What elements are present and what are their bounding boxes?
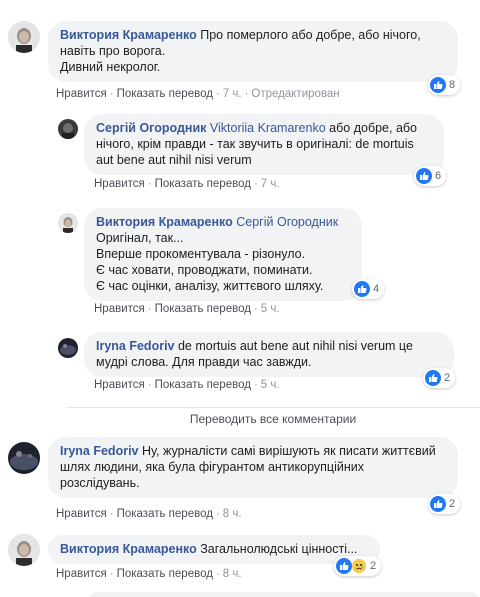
comment-author[interactable]: Iryna Fedoriv — [60, 444, 139, 458]
comment-text: Загальнолюдські цінності... — [200, 542, 358, 556]
comment-text: шлях людини, яка була фігурантом антикор… — [60, 460, 364, 474]
separator: · — [147, 379, 152, 391]
reaction-count: 2 — [370, 560, 377, 572]
separator: · — [147, 303, 152, 315]
comment-text: розслідувань. — [60, 476, 140, 490]
comment-text: Є час оцінки, аналізу, життєвого шляху. — [96, 279, 324, 293]
timestamp[interactable]: 8 ч. — [223, 508, 242, 520]
avatar-viktoriia[interactable] — [58, 213, 78, 233]
translate-link[interactable]: Показать перевод — [155, 379, 251, 391]
reaction-summary[interactable]: 8 — [428, 75, 461, 95]
comment-bubble: Виктория Крамаренко Сергій Огородник Ори… — [84, 208, 362, 301]
comment-text: Є час ховати, проводжати, поминати. — [96, 263, 313, 277]
comment-bubble-partial — [88, 592, 480, 597]
comment-author[interactable]: Виктория Крамаренко — [96, 215, 233, 229]
timestamp[interactable]: 5 ч. — [261, 303, 280, 315]
mention-link[interactable]: Сергій Огородник — [236, 215, 338, 229]
thread-divider — [66, 407, 480, 408]
separator: · — [215, 88, 220, 100]
translate-link[interactable]: Показать перевод — [117, 568, 213, 580]
reaction-summary[interactable]: 2 — [423, 368, 456, 388]
separator: · — [147, 178, 152, 190]
separator: · — [253, 178, 258, 190]
comment-text: навіть про ворога. — [60, 44, 166, 58]
like-link[interactable]: Нравится — [94, 178, 145, 190]
separator: · — [109, 568, 114, 580]
comment-text: нічого, крім правди - так звучить в ориг… — [96, 137, 414, 151]
comment-text: Про померлого або добре, або нічого, — [200, 28, 421, 42]
comment-author[interactable]: Сергій Огородник — [96, 121, 206, 135]
reaction-count: 2 — [444, 372, 451, 384]
reaction-count: 8 — [449, 79, 456, 91]
comment-text: Дивний некролог. — [60, 60, 161, 74]
reaction-count: 6 — [435, 170, 442, 182]
comment-author[interactable]: Виктория Крамаренко — [60, 28, 197, 42]
like-link[interactable]: Нравится — [94, 303, 145, 315]
comment-actions: Нравится · Показать перевод · 8 ч. — [56, 507, 242, 521]
comment-actions: Нравится · Показать перевод · 7 ч. — [94, 177, 280, 191]
timestamp[interactable]: 8 ч. — [223, 568, 242, 580]
translate-link[interactable]: Показать перевод — [155, 303, 251, 315]
reaction-count: 4 — [373, 283, 380, 295]
comment-text: мудрі слова. Для правди час завжди. — [96, 355, 312, 369]
like-icon — [416, 168, 432, 184]
separator: · — [215, 568, 220, 580]
translate-link[interactable]: Показать перевод — [117, 508, 213, 520]
translate-link[interactable]: Показать перевод — [155, 178, 251, 190]
sad-icon — [351, 558, 367, 574]
timestamp[interactable]: 5 ч. — [261, 379, 280, 391]
comment-text: de mortuis aut bene aut nihil nisi verum… — [177, 339, 413, 353]
comment-text: або добре, або — [329, 121, 418, 135]
separator: · — [109, 88, 114, 100]
comment-bubble: Виктория Крамаренко Про померлого або до… — [48, 21, 458, 82]
separator: · — [109, 508, 114, 520]
separator: · — [215, 508, 220, 520]
translate-link[interactable]: Показать перевод — [117, 88, 213, 100]
like-icon — [425, 370, 441, 386]
like-link[interactable]: Нравится — [94, 379, 145, 391]
avatar-iryna[interactable] — [58, 338, 78, 358]
avatar-viktoriia[interactable] — [8, 534, 40, 566]
comment-bubble: Виктория Крамаренко Загальнолюдські цінн… — [48, 535, 380, 564]
reaction-summary[interactable]: 2 — [428, 494, 461, 514]
comment-author[interactable]: Iryna Fedoriv — [96, 339, 175, 353]
like-icon — [336, 558, 352, 574]
separator: · — [244, 88, 249, 100]
like-icon — [430, 77, 446, 93]
separator: · — [253, 303, 258, 315]
comment-bubble: Сергій Огородник Viktoriia Kramarenko аб… — [84, 114, 444, 175]
comment-text: Вперше прокоментувала - різонуло. — [96, 247, 306, 261]
translate-all-link[interactable]: Переводить все комментарии — [0, 412, 480, 426]
like-icon — [430, 496, 446, 512]
reaction-summary[interactable]: 2 — [334, 556, 382, 576]
like-link[interactable]: Нравится — [56, 568, 107, 580]
comment-bubble: Iryna Fedoriv Ну, журналісти самі вирішу… — [48, 437, 458, 498]
reaction-summary[interactable]: 6 — [414, 166, 447, 186]
like-link[interactable]: Нравится — [56, 88, 107, 100]
edited-label[interactable]: Отредактирован — [251, 88, 339, 100]
separator: · — [253, 379, 258, 391]
timestamp[interactable]: 7 ч. — [261, 178, 280, 190]
comment-actions: Нравится · Показать перевод · 7 ч. · Отредакти… — [56, 87, 340, 101]
comment-text: Оригінал, так... — [96, 231, 184, 245]
like-link[interactable]: Нравится — [56, 508, 107, 520]
comment-actions: Нравится · Показать перевод · 5 ч. — [94, 378, 280, 392]
comment-actions: Нравится · Показать перевод · 8 ч. — [56, 567, 242, 581]
mention-link[interactable]: Viktoriia Kramarenko — [210, 121, 326, 135]
comment-actions: Нравится · Показать перевод · 5 ч. — [94, 302, 280, 316]
comment-author[interactable]: Виктория Крамаренко — [60, 542, 197, 556]
timestamp[interactable]: 7 ч. — [223, 88, 242, 100]
avatar-viktoriia[interactable] — [8, 21, 40, 53]
reaction-summary[interactable]: 4 — [352, 279, 385, 299]
comment-text: Ну, журналісти самі вирішують як писати … — [141, 444, 436, 458]
comment-text: aut bene aut nihil nisi verum — [96, 153, 252, 167]
avatar-serhii[interactable] — [58, 119, 78, 139]
comment-bubble: Iryna Fedoriv de mortuis aut bene aut ni… — [84, 332, 454, 377]
like-icon — [354, 281, 370, 297]
reaction-count: 2 — [449, 498, 456, 510]
avatar-iryna[interactable] — [8, 442, 40, 474]
